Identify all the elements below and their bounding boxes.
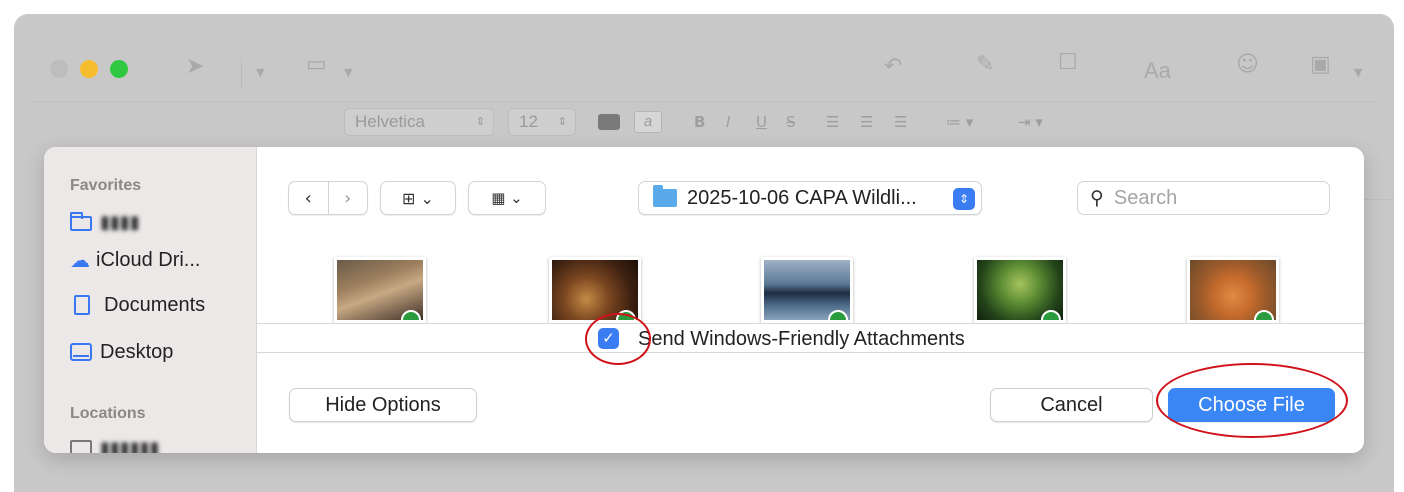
reply-icon[interactable]: ↶ <box>884 56 902 78</box>
font-size-select[interactable]: 12 ⇕ <box>508 108 576 136</box>
cloud-icon: ☁ <box>70 248 90 272</box>
toolbar-divider <box>30 101 1378 102</box>
sidebar-item-location-redacted[interactable]: ▮▮▮▮▮▮ <box>70 431 159 453</box>
sidebar-item-redacted[interactable]: ▮▮▮▮ <box>70 205 140 239</box>
stepper-icon: ⇕ <box>475 116 485 128</box>
annotation-circle-checkbox <box>585 313 651 365</box>
header-fields-icon[interactable]: ▭ <box>306 54 327 76</box>
sidebar-item-label: Desktop <box>100 340 174 363</box>
indent-icon[interactable]: ⇥ ▾ <box>1018 108 1043 136</box>
sidebar-item-documents[interactable]: Documents <box>70 288 205 322</box>
send-icon[interactable]: ➤ <box>186 56 204 78</box>
underline-button[interactable]: U <box>756 108 767 136</box>
document-icon <box>74 295 90 315</box>
photo-browser-icon[interactable]: ▣ <box>1310 54 1331 76</box>
windows-friendly-label[interactable]: Send Windows-Friendly Attachments <box>638 328 965 350</box>
sidebar: Favorites ▮▮▮▮ ☁ iCloud Dri... Documents… <box>44 147 257 453</box>
status-badge <box>828 310 848 320</box>
chevron-down-icon[interactable]: ▼ <box>1354 66 1362 79</box>
back-button[interactable]: ‹ <box>289 182 328 214</box>
folder-path-popup[interactable]: 2025-10-06 CAPA Wildli... ⇕ <box>638 181 982 215</box>
back-forward-buttons: ‹ › <box>288 181 368 215</box>
status-badge <box>1041 310 1061 320</box>
file-thumbnail[interactable] <box>1187 257 1279 323</box>
chevron-down-icon[interactable]: ▼ <box>344 66 352 79</box>
align-left-icon[interactable]: ☰ <box>826 108 839 136</box>
close-window-button[interactable] <box>50 60 68 78</box>
search-field[interactable]: ⚲ Search <box>1077 181 1330 215</box>
font-size-value: 12 <box>519 112 538 131</box>
list-icon[interactable]: ≔ ▾ <box>946 108 973 136</box>
cancel-button[interactable]: Cancel <box>990 388 1153 422</box>
file-thumbnail[interactable] <box>334 257 426 323</box>
zoom-window-button[interactable] <box>110 60 128 78</box>
highlight-color-button[interactable]: a <box>634 111 662 133</box>
disk-icon <box>70 440 92 453</box>
annotation-circle-choose-file <box>1156 363 1348 438</box>
status-badge <box>401 310 421 320</box>
align-right-icon[interactable]: ☰ <box>894 108 907 136</box>
status-badge <box>1254 310 1274 320</box>
format-bar: Helvetica ⇕ 12 ⇕ a B I U S ☰ ☰ ☰ ≔ ▾ ⇥ ▾ <box>14 108 1394 138</box>
sidebar-item-icloud-drive[interactable]: ☁ iCloud Dri... <box>70 243 200 277</box>
folder-icon <box>70 211 92 231</box>
search-placeholder: Search <box>1113 186 1178 209</box>
group-by-button[interactable]: ▦ ⌄ <box>468 181 546 215</box>
desktop-icon <box>70 343 92 361</box>
markup-icon[interactable]: ☐ <box>1058 52 1078 74</box>
favorites-heading: Favorites <box>70 177 142 194</box>
group-grid-icon: ▦ ⌄ <box>491 189 523 207</box>
hide-options-button[interactable]: Hide Options <box>289 388 477 422</box>
redacted-label: ▮▮▮▮ <box>100 211 140 232</box>
minimize-window-button[interactable] <box>80 60 98 78</box>
italic-button[interactable]: I <box>726 108 730 136</box>
grid-icon: ⊞ ⌄ <box>402 188 434 208</box>
locations-heading: Locations <box>70 405 146 422</box>
bold-button[interactable]: B <box>694 108 705 136</box>
forward-button[interactable]: › <box>327 182 368 214</box>
chevron-down-icon[interactable]: ▼ <box>256 66 264 79</box>
sidebar-item-desktop[interactable]: Desktop <box>70 335 173 369</box>
emoji-icon[interactable]: ☺ <box>1236 54 1259 76</box>
stepper-icon: ⇕ <box>557 116 567 128</box>
view-mode-button[interactable]: ⊞ ⌄ <box>380 181 456 215</box>
strikethrough-button[interactable]: S <box>786 108 796 136</box>
file-thumbnail[interactable] <box>974 257 1066 323</box>
folder-icon <box>653 185 677 207</box>
sidebar-item-label: Documents <box>104 293 206 316</box>
file-thumbnail[interactable] <box>761 257 853 323</box>
divider <box>1364 199 1394 200</box>
redacted-label: ▮▮▮▮▮▮ <box>100 437 160 454</box>
font-family-select[interactable]: Helvetica ⇕ <box>344 108 494 136</box>
font-panel-button[interactable]: Aa <box>1144 58 1171 84</box>
align-center-icon[interactable]: ☰ <box>860 108 873 136</box>
stepper-icon: ⇕ <box>953 188 975 210</box>
font-family-value: Helvetica <box>355 112 425 131</box>
folder-path-label: 2025-10-06 CAPA Wildli... <box>687 186 917 209</box>
toolbar-divider <box>241 58 242 88</box>
text-color-swatch[interactable] <box>598 114 620 130</box>
search-icon: ⚲ <box>1090 187 1104 209</box>
sidebar-item-label: iCloud Dri... <box>96 248 201 271</box>
attachment-icon[interactable]: ✎ <box>976 54 994 76</box>
